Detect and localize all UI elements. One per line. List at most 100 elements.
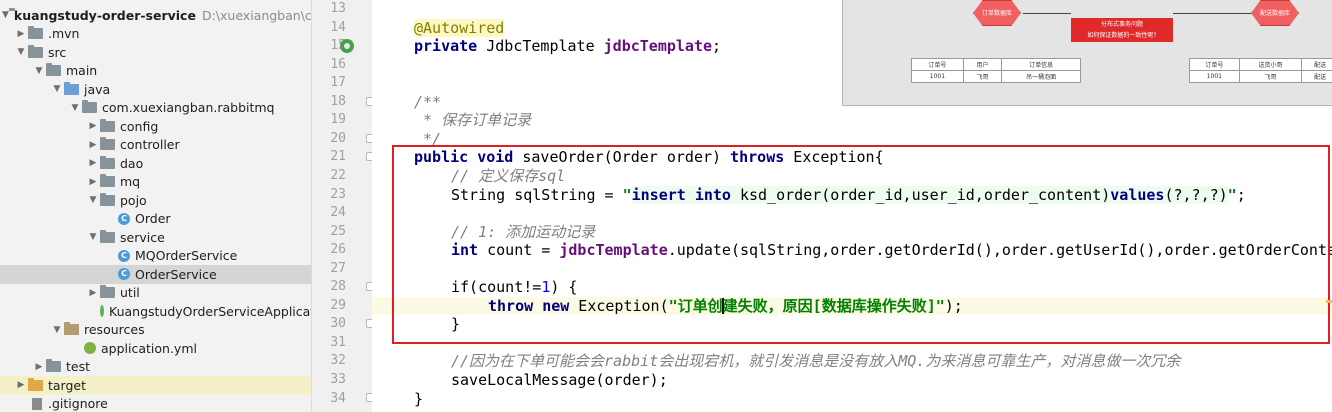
folder-icon bbox=[28, 44, 43, 58]
line-number: 30 bbox=[330, 316, 346, 332]
tree-item-label: MQOrderService bbox=[135, 248, 238, 264]
table-cell: 吊一桶泡面 bbox=[1001, 70, 1081, 83]
code-token: throw bbox=[488, 296, 534, 315]
chevron-down-icon[interactable]: ▼ bbox=[86, 195, 100, 205]
tree-item-label: KuangstudyOrderServiceApplication bbox=[109, 303, 312, 319]
tree-item-label: java bbox=[84, 81, 111, 97]
tree-item-label: Order bbox=[135, 211, 171, 227]
code-token: 建失败，原因[数据库操作失败]" bbox=[722, 296, 945, 315]
code-token: jdbcTemplate bbox=[603, 37, 713, 56]
tree-item-util[interactable]: ▶ util bbox=[0, 284, 311, 303]
source-folder-icon bbox=[64, 81, 79, 95]
line-number: 34 bbox=[330, 390, 346, 406]
line-number: 20 bbox=[330, 130, 346, 146]
line-number: 33 bbox=[330, 372, 346, 387]
chevron-down-icon[interactable]: ▼ bbox=[68, 103, 82, 113]
code-line-21: public void saveOrder(Order order) throw… bbox=[372, 148, 1332, 167]
code-token: */ bbox=[414, 129, 442, 148]
chevron-down-icon[interactable]: ▼ bbox=[50, 325, 64, 335]
chevron-right-icon[interactable]: ▶ bbox=[86, 140, 100, 150]
table-cell: 飞哥 bbox=[1238, 70, 1303, 83]
tree-item-label: target bbox=[48, 377, 87, 393]
class-icon: C bbox=[118, 268, 130, 281]
chevron-right-icon[interactable]: ▶ bbox=[86, 177, 100, 187]
tree-item-label: resources bbox=[84, 322, 145, 338]
code-token: values bbox=[1110, 185, 1165, 204]
chevron-down-icon[interactable]: ▼ bbox=[32, 66, 46, 76]
code-token: " bbox=[622, 185, 632, 204]
center-box-title: 分布式事务问题 bbox=[1100, 21, 1143, 28]
code-line-29: throw new Exception("订单创建失败，原因[数据库操作失败]"… bbox=[372, 296, 1332, 316]
tree-item-application-class[interactable]: KuangstudyOrderServiceApplication bbox=[0, 302, 312, 321]
tree-item-src[interactable]: ▼ src bbox=[0, 43, 311, 62]
tree-item-order-class[interactable]: C Order bbox=[0, 210, 311, 229]
code-token: @Autowired bbox=[414, 18, 505, 37]
table-header: 用户 bbox=[962, 58, 1003, 71]
tree-item-package[interactable]: ▼ com.xuexiangban.rabbitmq bbox=[0, 99, 311, 118]
line-number: 24 bbox=[330, 205, 346, 221]
chevron-down-icon[interactable]: ▼ bbox=[86, 232, 100, 242]
project-path: D:\xuexiangban\courses bbox=[201, 7, 312, 23]
package-icon bbox=[82, 100, 97, 114]
tree-item-application-yml[interactable]: application.yml bbox=[0, 339, 311, 358]
tree-item-label: com.xuexiangban.rabbitmq bbox=[102, 100, 275, 116]
tree-item-test[interactable]: ▶ test bbox=[0, 358, 311, 377]
chevron-right-icon[interactable]: ▶ bbox=[86, 158, 100, 168]
chevron-right-icon[interactable]: ▶ bbox=[86, 288, 100, 298]
code-token: Exception{ bbox=[784, 148, 884, 167]
tree-item-label: pojo bbox=[120, 192, 147, 208]
folder-icon bbox=[100, 229, 115, 243]
code-line-23: String sqlString = "insert into ksd_orde… bbox=[372, 185, 1332, 205]
tree-item-service[interactable]: ▼ service bbox=[0, 228, 311, 247]
diagram-overlay: 订单数据库 配送数据库 分布式事务问题 如何保证数据的一致性呢? 订单号 用户 … bbox=[842, 0, 1332, 106]
tree-item-dao[interactable]: ▶ dao bbox=[0, 154, 311, 173]
code-token: * 保存订单记录 bbox=[414, 111, 532, 130]
chevron-right-icon[interactable]: ▶ bbox=[86, 121, 100, 131]
tree-item-mqorderservice[interactable]: C MQOrderService bbox=[0, 247, 311, 266]
tree-item-gitignore[interactable]: .gitignore bbox=[0, 395, 311, 412]
tree-item-config[interactable]: ▶ config bbox=[0, 117, 311, 136]
line-number: 17 bbox=[330, 75, 346, 91]
code-line-20: */ bbox=[372, 130, 1332, 149]
tree-item-java[interactable]: ▼ java bbox=[0, 80, 311, 99]
tree-item-pojo[interactable]: ▼ pojo bbox=[0, 191, 311, 210]
tree-item-resources[interactable]: ▼ resources bbox=[0, 321, 311, 340]
code-token: ; bbox=[712, 37, 722, 56]
folder-icon bbox=[100, 155, 115, 169]
excluded-folder-icon bbox=[28, 377, 43, 391]
chevron-right-icon[interactable]: ▶ bbox=[14, 29, 28, 39]
line-number: 25 bbox=[330, 223, 346, 239]
folder-icon bbox=[28, 26, 43, 40]
tree-item-target[interactable]: ▶ target bbox=[0, 376, 311, 395]
code-token: ) { bbox=[550, 278, 578, 297]
scroll-marker bbox=[1326, 300, 1332, 303]
tree-item-mvn[interactable]: ▶ .mvn bbox=[0, 25, 311, 44]
tree-item-controller[interactable]: ▶ controller bbox=[0, 136, 311, 155]
bean-navigation-icon[interactable] bbox=[340, 39, 354, 53]
file-icon bbox=[32, 397, 42, 410]
tree-item-orderservice[interactable]: C OrderService bbox=[0, 265, 311, 284]
project-tree: ▼ kuangstudy-order-service D:\xuexiangba… bbox=[0, 0, 312, 412]
code-token: (?,?,?) bbox=[1164, 185, 1228, 204]
code-line-28: if(count!=1) { bbox=[372, 278, 1332, 297]
tree-item-label: main bbox=[66, 63, 98, 79]
project-name: kuangstudy-order-service bbox=[13, 7, 196, 23]
code-token: " bbox=[1227, 185, 1237, 204]
chevron-down-icon[interactable]: ▼ bbox=[50, 84, 64, 94]
chevron-right-icon[interactable]: ▶ bbox=[14, 380, 28, 390]
table-header: 配送 bbox=[1301, 58, 1332, 71]
code-token: String sqlString = bbox=[451, 185, 623, 204]
chevron-down-icon[interactable]: ▼ bbox=[2, 10, 9, 20]
line-number: 23 bbox=[330, 186, 346, 202]
chevron-down-icon[interactable]: ▼ bbox=[14, 47, 28, 57]
folder-icon bbox=[100, 285, 115, 299]
tree-item-label: config bbox=[120, 118, 159, 134]
code-token: } bbox=[451, 315, 461, 334]
code-token: new bbox=[542, 296, 570, 315]
table-header: 订单号 bbox=[1189, 58, 1240, 71]
tree-project-root[interactable]: ▼ kuangstudy-order-service D:\xuexiangba… bbox=[0, 6, 312, 25]
code-token: // 1: 添加运动记录 bbox=[451, 222, 596, 241]
chevron-right-icon[interactable]: ▶ bbox=[32, 362, 46, 372]
tree-item-mq[interactable]: ▶ mq bbox=[0, 173, 311, 192]
tree-item-main[interactable]: ▼ main bbox=[0, 62, 311, 81]
